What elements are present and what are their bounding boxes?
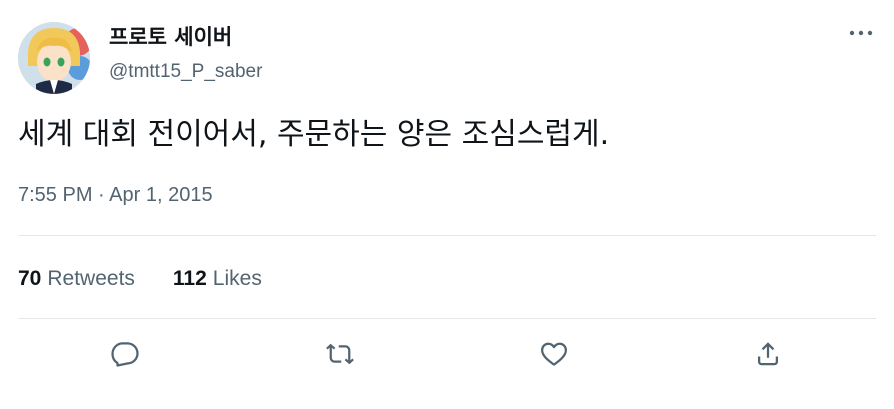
display-name[interactable]: 프로토 세이버 [109, 22, 232, 52]
tweet-timestamp[interactable]: 7:55 PM · Apr 1, 2015 [18, 180, 213, 210]
avatar[interactable] [18, 22, 90, 94]
retweet-button[interactable] [318, 332, 362, 376]
action-bar [0, 330, 894, 378]
share-icon [758, 342, 778, 366]
retweets-stat[interactable]: 70 Retweets [18, 267, 135, 291]
more-options-button[interactable] [846, 18, 876, 48]
retweets-count: 70 [18, 267, 42, 290]
retweet-icon [326, 343, 354, 365]
reply-button[interactable] [103, 332, 147, 376]
likes-label: Likes [212, 267, 262, 290]
reply-icon [111, 342, 139, 367]
likes-stat[interactable]: 112 Likes [173, 267, 262, 291]
divider [18, 235, 876, 236]
retweets-label: Retweets [47, 267, 135, 290]
avatar-image [18, 22, 90, 94]
user-handle[interactable]: @tmtt15_P_saber [109, 59, 262, 85]
tweet-text: 세계 대회 전이어서, 주문하는 양은 조심스럽게. [18, 117, 610, 152]
likes-count: 112 [172, 267, 207, 290]
like-button[interactable] [532, 332, 576, 376]
tweet-stats: 70 Retweets 112 Likes [18, 262, 300, 296]
heart-icon [541, 342, 567, 366]
share-button[interactable] [746, 332, 790, 376]
more-horizontal-icon [849, 30, 873, 36]
divider [18, 318, 876, 319]
